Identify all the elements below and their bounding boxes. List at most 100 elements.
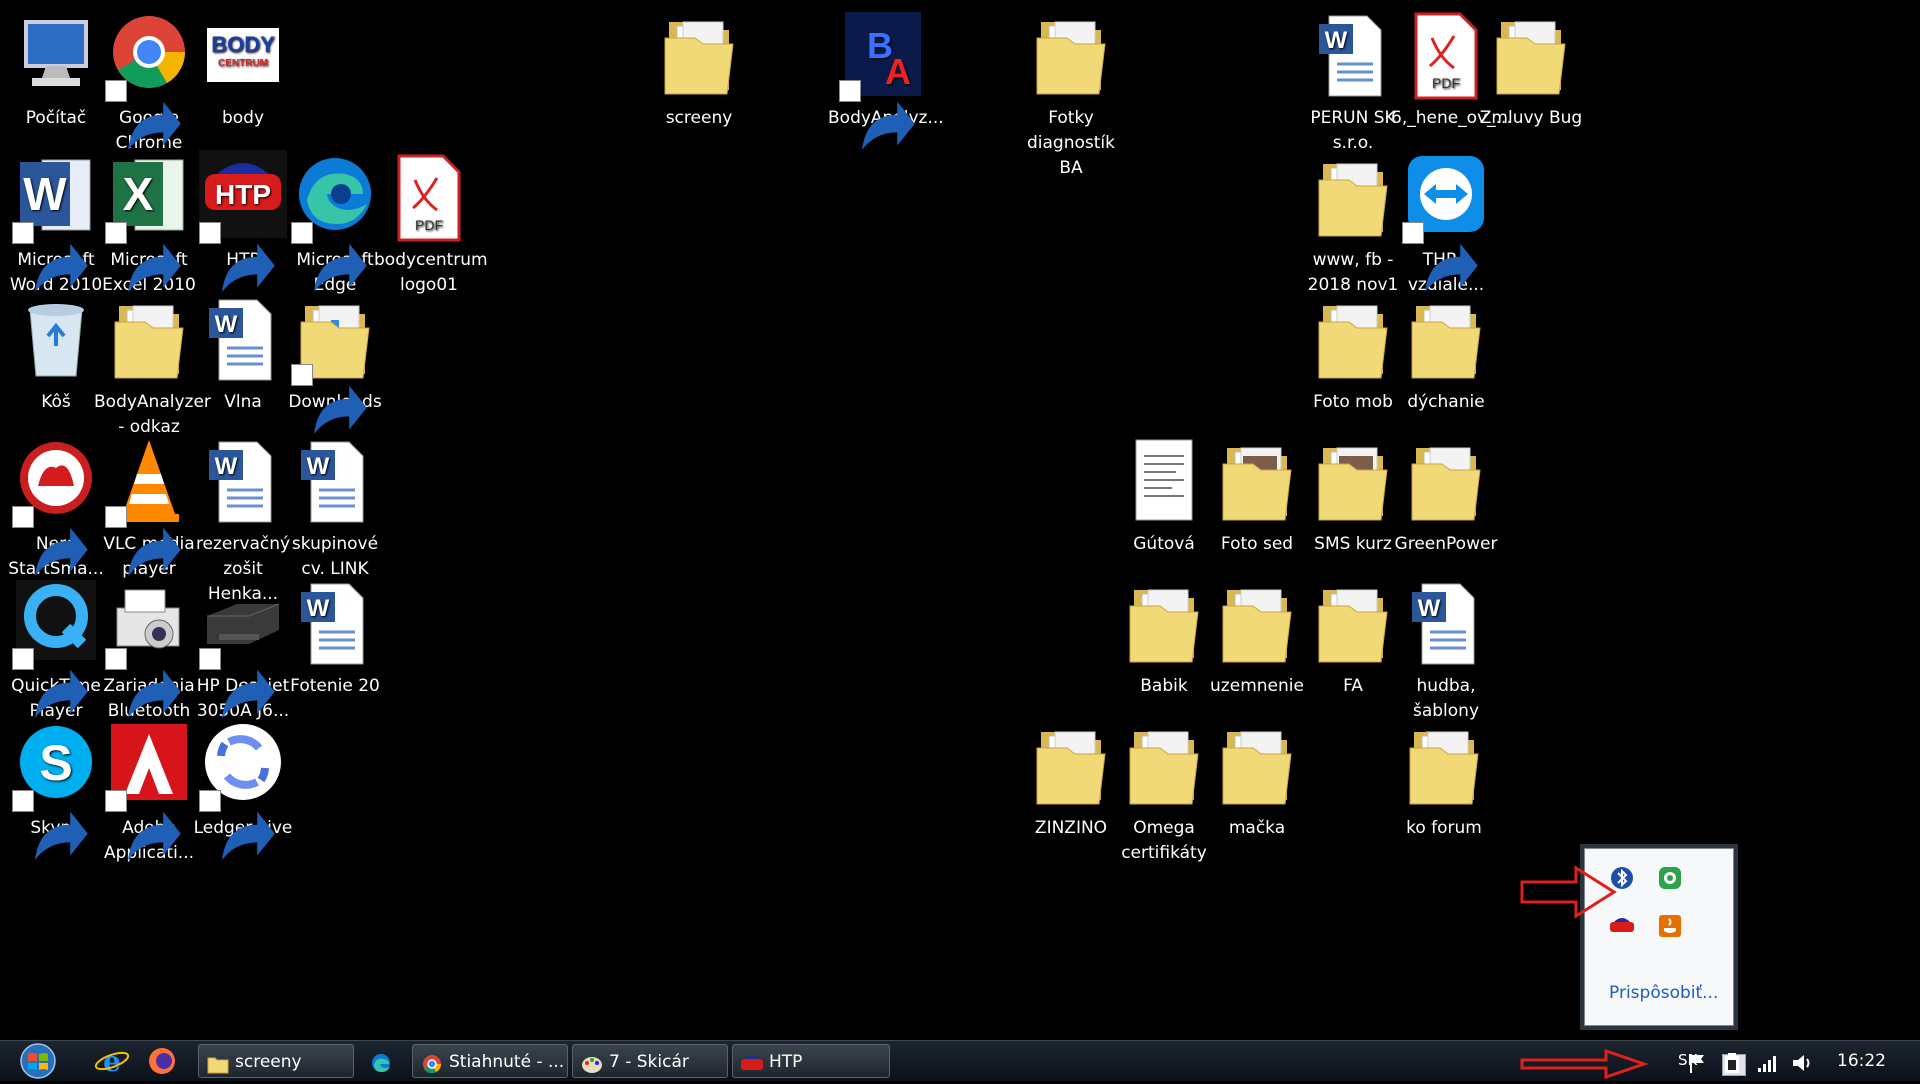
svg-text:W: W bbox=[23, 168, 67, 220]
shortcut-arrow-icon bbox=[105, 80, 181, 150]
pdf-icon: PDF bbox=[385, 150, 473, 244]
excel-icon: X bbox=[105, 150, 193, 292]
start-button[interactable] bbox=[8, 1042, 68, 1080]
desktop-icon[interactable]: Zmluvy Bug bbox=[1476, 8, 1586, 131]
desktop-icon[interactable]: mačka bbox=[1202, 718, 1312, 841]
folder-icon bbox=[655, 8, 743, 102]
downloads-folder-icon bbox=[291, 292, 379, 434]
green-app-icon[interactable] bbox=[1655, 863, 1685, 893]
clock[interactable]: 16:22 bbox=[1837, 1051, 1886, 1071]
annotation-arrow-taskbar bbox=[1520, 1048, 1648, 1080]
word-doc-icon: W bbox=[291, 576, 379, 670]
folder-icon bbox=[1400, 718, 1488, 812]
svg-text:W: W bbox=[215, 311, 238, 338]
desktop-icon[interactable]: screeny bbox=[644, 8, 754, 131]
taskbar-button[interactable]: HTP bbox=[732, 1044, 890, 1078]
paint-icon bbox=[581, 1052, 603, 1073]
document-thumbnail-icon bbox=[1120, 434, 1208, 528]
desktop-icon[interactable]: GreenPower bbox=[1391, 434, 1501, 557]
vlc-icon bbox=[105, 434, 193, 576]
desktop-icon-label: skupinové cv. LINK bbox=[291, 534, 379, 579]
taskbar-button[interactable]: Stiahnuté - ... bbox=[412, 1044, 568, 1078]
folder-icon bbox=[1120, 576, 1208, 670]
shortcut-arrow-icon bbox=[839, 80, 915, 150]
shortcut-arrow-icon bbox=[105, 648, 181, 718]
desktop-icon[interactable]: Ledger Live bbox=[188, 718, 298, 860]
desktop-icon-label: bodycentrum logo01 bbox=[374, 250, 488, 295]
shortcut-arrow-icon bbox=[199, 648, 275, 718]
folder-pdf-icon bbox=[1027, 718, 1115, 812]
shortcut-arrow-icon bbox=[105, 506, 181, 576]
desktop-icon[interactable]: Foto sed bbox=[1202, 434, 1312, 557]
taskbar-button-label: 7 - Skicár bbox=[609, 1052, 689, 1072]
desktop-icon-label: Fotky diagnostík BA bbox=[1027, 108, 1115, 178]
taskbar-button[interactable]: 7 - Skicár bbox=[572, 1044, 728, 1078]
folder-icon bbox=[1402, 292, 1490, 386]
svg-text:W: W bbox=[1325, 27, 1348, 54]
printer-icon bbox=[199, 576, 287, 718]
svg-text:W: W bbox=[307, 595, 330, 622]
ledger-live-icon bbox=[199, 718, 287, 860]
desktop-icon[interactable]: PDF bodycentrum logo01 bbox=[374, 150, 488, 298]
shortcut-arrow-icon bbox=[199, 222, 275, 292]
desktop-icon[interactable]: THR - vzdiale... bbox=[1391, 150, 1501, 298]
folder-icon bbox=[1309, 292, 1397, 386]
customize-link[interactable]: Prispôsobiť... bbox=[1609, 983, 1718, 1003]
shortcut-arrow-icon bbox=[105, 790, 181, 860]
folder-icon bbox=[207, 1052, 229, 1074]
desktop-icon-label: ko forum bbox=[1406, 818, 1482, 838]
word-doc-icon: W bbox=[199, 292, 287, 386]
desktop-icon-label: Zmluvy Bug bbox=[1479, 108, 1583, 128]
folder-pdf-icon bbox=[1402, 434, 1490, 528]
edge-icon bbox=[370, 1051, 392, 1072]
desktop-icon-label: uzemnenie bbox=[1210, 676, 1304, 696]
word-doc-icon: W bbox=[1402, 576, 1490, 670]
desktop-icon-label: mačka bbox=[1228, 818, 1286, 838]
volume-icon[interactable] bbox=[1790, 1051, 1814, 1075]
desktop-icon-label: screeny bbox=[665, 108, 733, 128]
chrome-icon bbox=[421, 1052, 443, 1074]
folder-icon bbox=[1487, 8, 1575, 102]
desktop-icon[interactable]: BABodyAnalyz... bbox=[828, 8, 944, 150]
folder-icon bbox=[1213, 718, 1301, 812]
taskbar-button[interactable] bbox=[362, 1044, 406, 1078]
desktop-icon[interactable]: dýchanie bbox=[1391, 292, 1501, 415]
java-icon[interactable] bbox=[1655, 911, 1685, 941]
firefox-icon[interactable] bbox=[140, 1045, 184, 1077]
desktop-icon-label: Fotenie 20 bbox=[290, 676, 380, 696]
action-center-flag-icon[interactable] bbox=[1686, 1051, 1710, 1075]
desktop-icon[interactable]: ko forum bbox=[1389, 718, 1499, 841]
word-doc-icon: W bbox=[1309, 8, 1397, 102]
taskbar-button-label: screeny bbox=[235, 1052, 302, 1072]
desktop-icon[interactable]: uzemnenie bbox=[1202, 576, 1312, 699]
svg-text:CENTRUM: CENTRUM bbox=[218, 58, 268, 69]
word-doc-icon: W bbox=[199, 434, 287, 528]
svg-text:W: W bbox=[215, 453, 238, 480]
desktop-icon[interactable]: Wskupinové cv. LINK bbox=[280, 434, 390, 582]
desktop-icon[interactable]: Downloads bbox=[280, 292, 390, 434]
internet-explorer-icon[interactable]: e bbox=[90, 1045, 134, 1078]
shortcut-arrow-icon bbox=[199, 790, 275, 860]
bodycentrum-logo-icon: BODY CENTRUM bbox=[199, 8, 287, 102]
desktop-icon[interactable]: W Fotenie 20 bbox=[280, 576, 390, 699]
desktop-icon-label: Foto sed bbox=[1220, 534, 1294, 554]
svg-text:HTP: HTP bbox=[215, 179, 271, 210]
folder-icon bbox=[1213, 576, 1301, 670]
folder-icon bbox=[1027, 8, 1115, 102]
desktop-icon[interactable]: Fotky diagnostík BA bbox=[1016, 8, 1126, 181]
shortcut-arrow-icon bbox=[291, 222, 367, 292]
svg-text:BODY: BODY bbox=[211, 32, 275, 57]
taskbar-button-label: HTP bbox=[769, 1052, 803, 1072]
svg-text:X: X bbox=[123, 168, 154, 220]
shortcut-arrow-icon bbox=[291, 364, 367, 434]
word-doc-icon: W bbox=[291, 434, 379, 528]
taskbar-button[interactable]: screeny bbox=[198, 1044, 354, 1078]
folder-icon bbox=[105, 292, 193, 386]
desktop-icon[interactable]: BODY CENTRUM body bbox=[188, 8, 298, 131]
computer-icon bbox=[12, 8, 100, 102]
shortcut-arrow-icon bbox=[12, 648, 88, 718]
power-icon[interactable] bbox=[1720, 1051, 1744, 1075]
shortcut-arrow-icon bbox=[105, 222, 181, 292]
recycle-bin-icon bbox=[12, 292, 100, 386]
network-signal-icon[interactable] bbox=[1756, 1051, 1780, 1075]
